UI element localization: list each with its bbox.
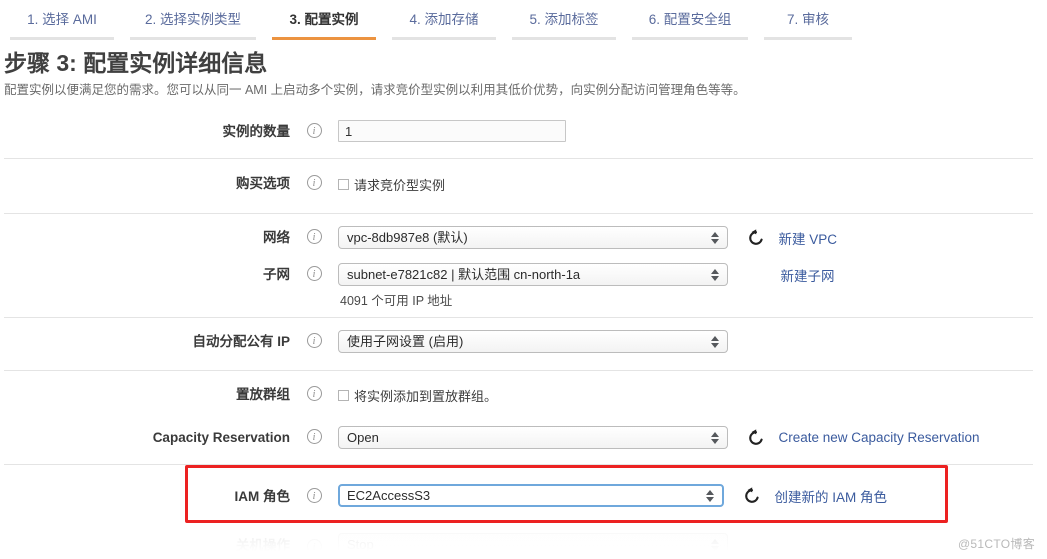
auto-assign-public-ip-value: 使用子网设置 (启用): [347, 334, 464, 349]
info-icon[interactable]: i: [306, 266, 322, 281]
refresh-icon[interactable]: [746, 428, 766, 448]
wizard-tab-label: 7. 审核: [786, 12, 829, 27]
wizard-tab-5-add-tags[interactable]: 5. 添加标签: [512, 6, 616, 40]
wizard-tab-label: 4. 添加存储: [409, 12, 479, 27]
create-new-subnet-link[interactable]: 新建子网: [780, 265, 834, 285]
wizard-tab-4-add-storage[interactable]: 4. 添加存储: [392, 6, 496, 40]
form-row-network: 网络 i vpc-8db987e8 (默认) 新建 VPC: [0, 213, 1047, 256]
capacity-reservation-select[interactable]: Open: [338, 426, 728, 449]
wizard-tab-label: 3. 配置实例: [289, 12, 359, 27]
wizard-tab-label: 2. 选择实例类型: [144, 12, 241, 27]
form-row-capacity-reservation: Capacity Reservation i Open Create new C…: [0, 417, 1047, 464]
wizard-tab-2-choose-instance-type[interactable]: 2. 选择实例类型: [130, 6, 256, 40]
create-new-iam-role-link[interactable]: 创建新的 IAM 角色: [774, 486, 887, 506]
subnet-select[interactable]: subnet-e7821c82 | 默认范围 cn-north-1a: [338, 263, 728, 286]
info-icon[interactable]: i: [306, 386, 322, 401]
chevron-updown-icon: [702, 486, 718, 505]
capacity-reservation-value: Open: [347, 430, 379, 445]
info-icon[interactable]: i: [306, 175, 322, 190]
watermark: @51CTO博客: [957, 537, 1035, 551]
form-row-purchase-option: 购买选项 i 请求竞价型实例: [0, 158, 1047, 213]
chevron-updown-icon: [707, 427, 723, 448]
create-new-capacity-reservation-link[interactable]: Create new Capacity Reservation: [778, 430, 979, 445]
wizard-tab-3-configure-instance[interactable]: 3. 配置实例: [272, 6, 376, 40]
fade-overlay: [0, 533, 1047, 559]
placement-group-checkbox-label: 将实例添加到置放群组。: [354, 389, 498, 404]
info-icon[interactable]: i: [306, 333, 322, 348]
subnet-value: subnet-e7821c82 | 默认范围 cn-north-1a: [347, 267, 581, 282]
form-row-placement-group: 置放群组 i 将实例添加到置放群组。: [0, 370, 1047, 417]
request-spot-instances-checkbox[interactable]: [338, 179, 349, 190]
wizard-tab-6-configure-security-group[interactable]: 6. 配置安全组: [632, 6, 748, 40]
wizard-tab-1-choose-ami[interactable]: 1. 选择 AMI: [10, 6, 114, 40]
form-row-auto-assign-public-ip: 自动分配公有 IP i 使用子网设置 (启用): [0, 317, 1047, 370]
auto-assign-public-ip-select[interactable]: 使用子网设置 (启用): [338, 330, 728, 353]
refresh-icon[interactable]: [742, 486, 762, 506]
purchase-option-checkbox-label: 请求竞价型实例: [354, 178, 446, 193]
instance-count-input[interactable]: [338, 120, 566, 142]
form-row-subnet: 子网 i subnet-e7821c82 | 默认范围 cn-north-1a …: [0, 256, 1047, 317]
label-placement-group: 置放群组: [236, 387, 290, 402]
wizard-tab-label: 1. 选择 AMI: [27, 12, 97, 27]
label-network: 网络: [263, 230, 290, 245]
instance-details-form: 实例的数量 i 购买选项 i 请求竞价型实例 网络 i vpc-8db987e8…: [0, 109, 1047, 528]
page-header: 步骤 3: 配置实例详细信息 配置实例以便满足您的需求。您可以从同一 AMI 上…: [0, 40, 1047, 99]
form-row-shutdown-behavior-cutoff: 关机操作 i Stop: [0, 525, 1047, 559]
info-icon[interactable]: i: [306, 488, 322, 503]
chevron-updown-icon: [707, 331, 723, 352]
placement-group-checkbox-row[interactable]: 将实例添加到置放群组。: [338, 383, 1047, 405]
label-capacity-reservation: Capacity Reservation: [152, 430, 290, 445]
chevron-updown-icon: [707, 227, 723, 248]
refresh-icon[interactable]: [746, 228, 766, 248]
info-icon[interactable]: i: [306, 123, 322, 138]
wizard-tabs: 1. 选择 AMI 2. 选择实例类型 3. 配置实例 4. 添加存储 5. 添…: [0, 0, 1047, 40]
label-auto-assign-public-ip: 自动分配公有 IP: [192, 334, 290, 349]
page-title: 步骤 3: 配置实例详细信息: [4, 50, 268, 76]
page-description: 配置实例以便满足您的需求。您可以从同一 AMI 上启动多个实例，请求竞价型实例以…: [4, 83, 746, 97]
label-purchase-option: 购买选项: [236, 176, 290, 191]
info-icon[interactable]: i: [306, 429, 322, 444]
iam-role-select[interactable]: EC2AccessS3: [338, 484, 724, 507]
add-instance-to-placement-group-checkbox[interactable]: [338, 390, 349, 401]
create-new-vpc-link[interactable]: 新建 VPC: [778, 228, 837, 248]
wizard-tab-label: 6. 配置安全组: [648, 12, 732, 27]
wizard-tab-label: 5. 添加标签: [529, 12, 599, 27]
form-row-instance-count: 实例的数量 i: [0, 109, 1047, 158]
label-iam-role: IAM 角色: [234, 489, 291, 504]
subnet-available-ip-note: 4091 个可用 IP 地址: [340, 294, 453, 308]
chevron-updown-icon: [707, 264, 723, 285]
form-row-iam-role: IAM 角色 i EC2AccessS3 创建新的 IAM 角色: [0, 464, 1047, 528]
network-vpc-select[interactable]: vpc-8db987e8 (默认): [338, 226, 728, 249]
network-vpc-value: vpc-8db987e8 (默认): [347, 230, 468, 245]
purchase-option-checkbox-row[interactable]: 请求竞价型实例: [338, 172, 1047, 194]
iam-role-value: EC2AccessS3: [347, 488, 431, 503]
info-icon[interactable]: i: [306, 229, 322, 244]
label-instance-count: 实例的数量: [222, 124, 291, 139]
wizard-tab-7-review[interactable]: 7. 审核: [764, 6, 852, 40]
label-subnet: 子网: [263, 267, 290, 282]
